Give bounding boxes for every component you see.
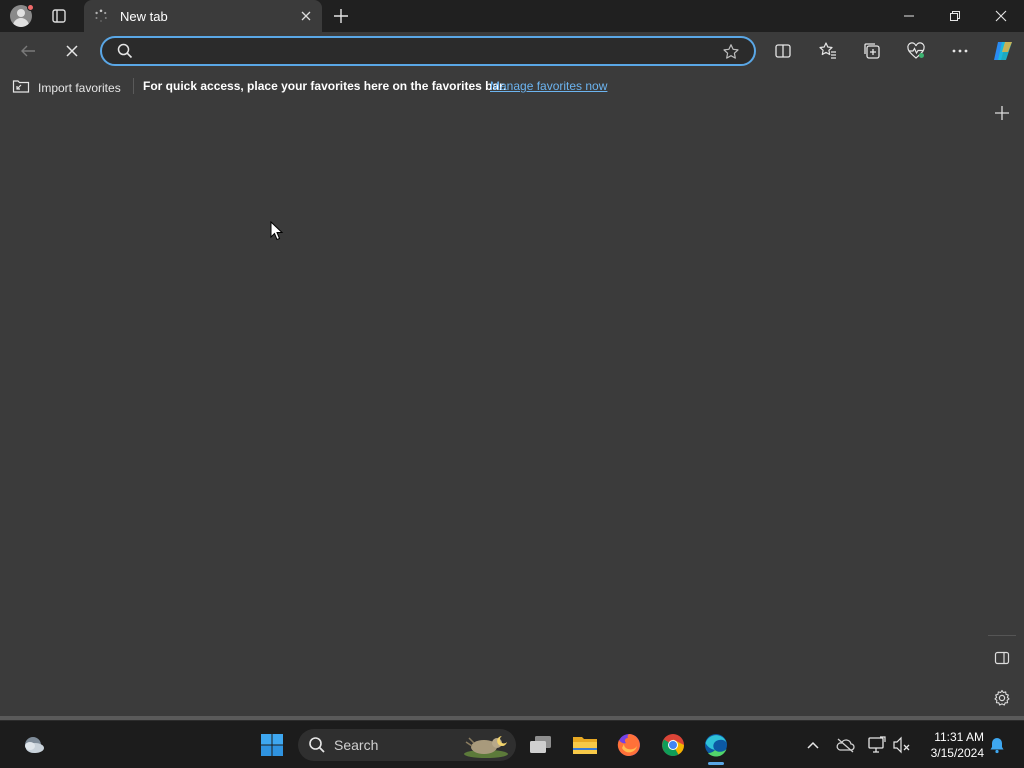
address-input[interactable]: [138, 42, 718, 60]
profile-notification-dot: [27, 4, 34, 11]
collections-icon[interactable]: [861, 40, 883, 62]
onedrive-cloud-icon[interactable]: [833, 733, 857, 757]
favorites-icon[interactable]: [817, 40, 839, 62]
hide-sidebar-icon[interactable]: [991, 647, 1013, 669]
edge-icon[interactable]: [700, 729, 732, 761]
firefox-icon[interactable]: [613, 729, 645, 761]
favorites-hint-text: For quick access, place your favorites h…: [143, 79, 507, 93]
close-tab-icon[interactable]: [299, 9, 313, 23]
browser-essentials-icon[interactable]: [905, 40, 927, 62]
back-arrow-icon[interactable]: [17, 40, 39, 62]
clock-time: 11:31 AM: [934, 730, 984, 744]
restore-button[interactable]: [932, 0, 978, 32]
minimize-button[interactable]: [886, 0, 932, 32]
address-bar[interactable]: [100, 36, 756, 66]
tab-title: New tab: [120, 9, 168, 24]
notification-bell-icon[interactable]: [985, 733, 1009, 757]
favorites-bar: Import favorites For quick access, place…: [0, 70, 980, 102]
task-view-icon[interactable]: [525, 729, 557, 761]
show-hidden-icons-chevron-icon[interactable]: [801, 733, 825, 757]
network-icon[interactable]: [865, 733, 889, 757]
edge-active-indicator: [708, 762, 724, 765]
tab-strip: New tab: [0, 0, 1024, 32]
file-explorer-icon[interactable]: [569, 729, 601, 761]
split-screen-icon[interactable]: [772, 40, 794, 62]
taskbar-search-label: Search: [334, 737, 379, 753]
import-favorites-button[interactable]: Import favorites: [12, 78, 121, 97]
start-windows-icon[interactable]: [256, 729, 288, 761]
volume-muted-icon[interactable]: [890, 733, 914, 757]
search-highlight-art-icon: [462, 732, 512, 758]
weather-widget-icon[interactable]: [17, 729, 49, 761]
system-clock[interactable]: 11:31 AM 3/15/2024: [922, 729, 984, 761]
browser-window: New tab Import favorites For quick acces…: [0, 0, 1024, 720]
manage-favorites-link[interactable]: Manage favorites now: [490, 79, 607, 93]
browser-toolbar: [0, 32, 1024, 70]
add-sidebar-app-icon[interactable]: [991, 102, 1013, 124]
stop-loading-icon[interactable]: [61, 40, 83, 62]
sidebar-divider: [988, 635, 1016, 636]
clock-date: 3/15/2024: [930, 746, 984, 760]
tab-actions-icon[interactable]: [50, 7, 68, 25]
loading-spinner-icon: [94, 9, 108, 23]
search-icon: [308, 736, 326, 759]
import-favorites-label: Import favorites: [38, 80, 121, 95]
windows-taskbar: Search 11:31 AM 3/15/2024: [0, 720, 1024, 768]
sidebar-settings-gear-icon[interactable]: [991, 687, 1013, 709]
page-content: [0, 102, 980, 714]
tab-new-tab[interactable]: New tab: [84, 0, 322, 32]
chrome-icon[interactable]: [657, 729, 689, 761]
more-options-icon[interactable]: [949, 40, 971, 62]
favorites-divider: [133, 78, 134, 94]
close-window-button[interactable]: [978, 0, 1024, 32]
add-favorite-star-icon[interactable]: [722, 43, 740, 66]
new-tab-plus-icon[interactable]: [332, 7, 350, 25]
import-folder-icon: [12, 78, 30, 97]
edge-sidebar: [980, 70, 1024, 720]
mouse-pointer-icon: [270, 220, 284, 246]
copilot-icon[interactable]: [990, 38, 1016, 64]
search-icon: [117, 43, 133, 64]
taskbar-search-box[interactable]: Search: [298, 729, 516, 761]
